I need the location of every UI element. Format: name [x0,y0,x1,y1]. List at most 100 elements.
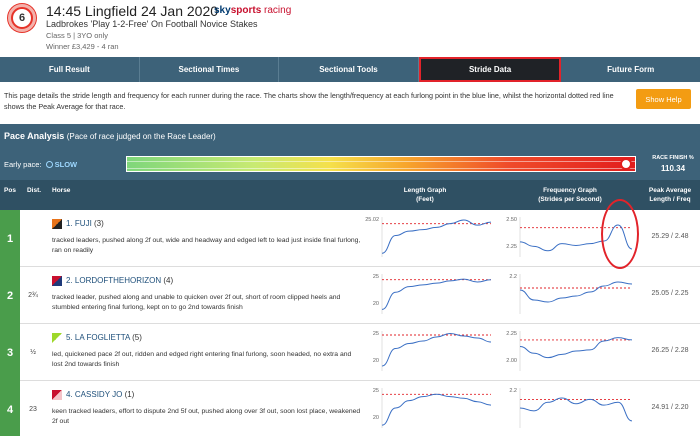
horse-name-link[interactable]: 1. FUJI (3) [66,219,104,228]
runner-number: 4. [66,390,75,399]
length-series-line [381,332,492,367]
peak-average-value: 25.29 / 2.48 [651,233,689,240]
race-title: 14:45 Lingfield 24 Jan 2020 [46,3,219,19]
frequency-series-line [519,397,633,422]
frequency-tick-label: 2.00 [506,358,517,364]
race-name: Ladbrokes 'Play 1-2-Free' On Football No… [46,19,258,29]
length-series-line [381,393,492,426]
jockey-silk-icon [52,276,62,286]
stall-draw: (1) [124,390,135,399]
jockey-silk-icon [52,333,62,343]
peak-average-value: 25.05 / 2.25 [651,290,689,297]
show-help-button[interactable]: Show Help [636,89,691,109]
col-peak-unit: Length / Freq [649,196,691,203]
runner-number: 2. [66,276,75,285]
frequency-tick-label: 2.2 [509,274,517,280]
tab-full-result[interactable]: Full Result [0,57,140,82]
pace-finish-marker [619,158,632,170]
length-chart: 25.02 [365,217,492,257]
tab-bar: Full Result Sectional Times Sectional To… [0,57,700,82]
col-dist: Dist. [26,187,42,194]
peak-average-value: 26.25 / 2.28 [651,347,689,354]
frequency-chart: 2.25 2.00 [506,331,633,371]
horse-name-link[interactable]: 4. CASSIDY JO (1) [66,390,134,399]
horse-name[interactable]: CASSIDY JO [75,390,125,399]
distance-beaten: 2¾ [28,292,38,299]
col-length-graph: Length Graph [403,187,447,194]
tab-sectional-tools[interactable]: Sectional Tools [279,57,419,82]
length-tick-label: 25 [373,331,379,337]
race-number-badge: 6 [8,4,36,32]
length-chart: 25 20 [373,331,492,371]
distance-beaten: 23 [29,406,37,413]
peak-average-value: 24.91 / 2.20 [651,404,689,411]
early-pace: Early pace: SLOW [4,160,78,169]
race-comment: keen tracked leaders, effort to dispute … [52,408,361,425]
pace-analysis-header: Pace Analysis (Pace of race judged on th… [0,124,700,150]
jockey-silk-icon [52,390,62,400]
finish-position: 3 [0,324,20,381]
col-horse: Horse [52,187,71,194]
horse-name-link[interactable]: 5. LA FOGLIETTA (5) [66,333,142,342]
frequency-tick-label: 2.2 [509,388,517,394]
tab-future-form[interactable]: Future Form [561,57,700,82]
length-chart: 25 20 [373,274,492,314]
race-comment: led, quickened pace 2f out, ridden and e… [52,351,352,368]
col-peak-average: Peak Average [648,187,692,194]
tab-stride-data[interactable]: Stride Data [418,57,562,82]
stall-draw: (5) [132,333,142,342]
table-header: Pos Dist. Horse Length Graph (Feet) Freq… [0,180,700,210]
length-series-line [381,278,492,310]
frequency-chart: 2.2 [509,388,633,428]
length-tick-label: 25.02 [365,217,379,223]
horse-name-link[interactable]: 2. LORDOFTHEHORIZON (4) [66,276,173,285]
runner-number: 5. [66,333,75,342]
jockey-silk-icon [52,219,62,229]
race-finish-label: RACE FINISH % [652,155,694,161]
length-tick-label: 20 [373,415,379,421]
race-class: Class 5 | 3YO only [46,31,108,40]
finish-position: 1 [0,210,20,267]
finish-position: 4 [0,381,20,436]
frequency-series-line [519,337,633,359]
pace-bar-row: Early pace: SLOW RACE FINISH % 110.34 [0,150,700,180]
stall-draw: (4) [163,276,174,285]
runner-number: 1. [66,219,75,228]
col-pos: Pos [4,187,16,194]
table-row: 3 ½ 5. LA FOGLIETTA (5) led, quickened pace… [0,324,700,381]
pace-analysis-title: Pace Analysis (Pace of race judged on th… [4,131,216,141]
clock-icon [45,161,53,168]
frequency-chart: 2.2 [509,274,633,314]
page-description: This page details the stride length and … [4,91,614,111]
table-row: 2 2¾ 2. LORDOFTHEHORIZON (4) tracked leader… [0,267,700,324]
frequency-tick-label: 2.50 [506,217,517,223]
finish-position: 2 [0,267,20,324]
distance-beaten [20,210,46,267]
table-row: 1 1. FUJI (3) tracked leaders, pushed alon… [0,210,700,267]
race-number: 6 [13,9,31,27]
col-frequency-graph: Frequency Graph [543,187,597,194]
length-chart: 25 20 [373,388,492,428]
tab-sectional-times[interactable]: Sectional Times [140,57,280,82]
length-tick-label: 20 [373,301,379,307]
distance-beaten: ½ [30,349,36,356]
length-tick-label: 25 [373,388,379,394]
horse-name[interactable]: LA FOGLIETTA [75,333,132,342]
col-length-unit: (Feet) [416,196,434,203]
length-tick-label: 20 [373,358,379,364]
race-header: 6 14:45 Lingfield 24 Jan 2020 skysports … [0,0,700,57]
race-winner-info: Winner £3,429 - 4 ran [46,42,119,51]
race-finish-value: 110.34 [660,164,686,173]
sky-sports-racing-logo: skysports racing [214,5,292,16]
stall-draw: (3) [94,219,104,228]
length-series-line [381,219,492,254]
race-comment: tracked leaders, pushed along 2f out, wi… [52,237,361,254]
horse-name[interactable]: FUJI [75,219,94,228]
table-row: 4 23 4. CASSIDY JO (1) keen tracked leaders… [0,381,700,436]
early-pace-value: SLOW [54,160,78,169]
frequency-tick-label: 2.25 [506,331,517,337]
horse-name[interactable]: LORDOFTHEHORIZON [75,276,163,285]
frequency-series-line [519,281,633,303]
frequency-tick-label: 2.25 [506,244,517,250]
highlight-circle [601,199,639,269]
